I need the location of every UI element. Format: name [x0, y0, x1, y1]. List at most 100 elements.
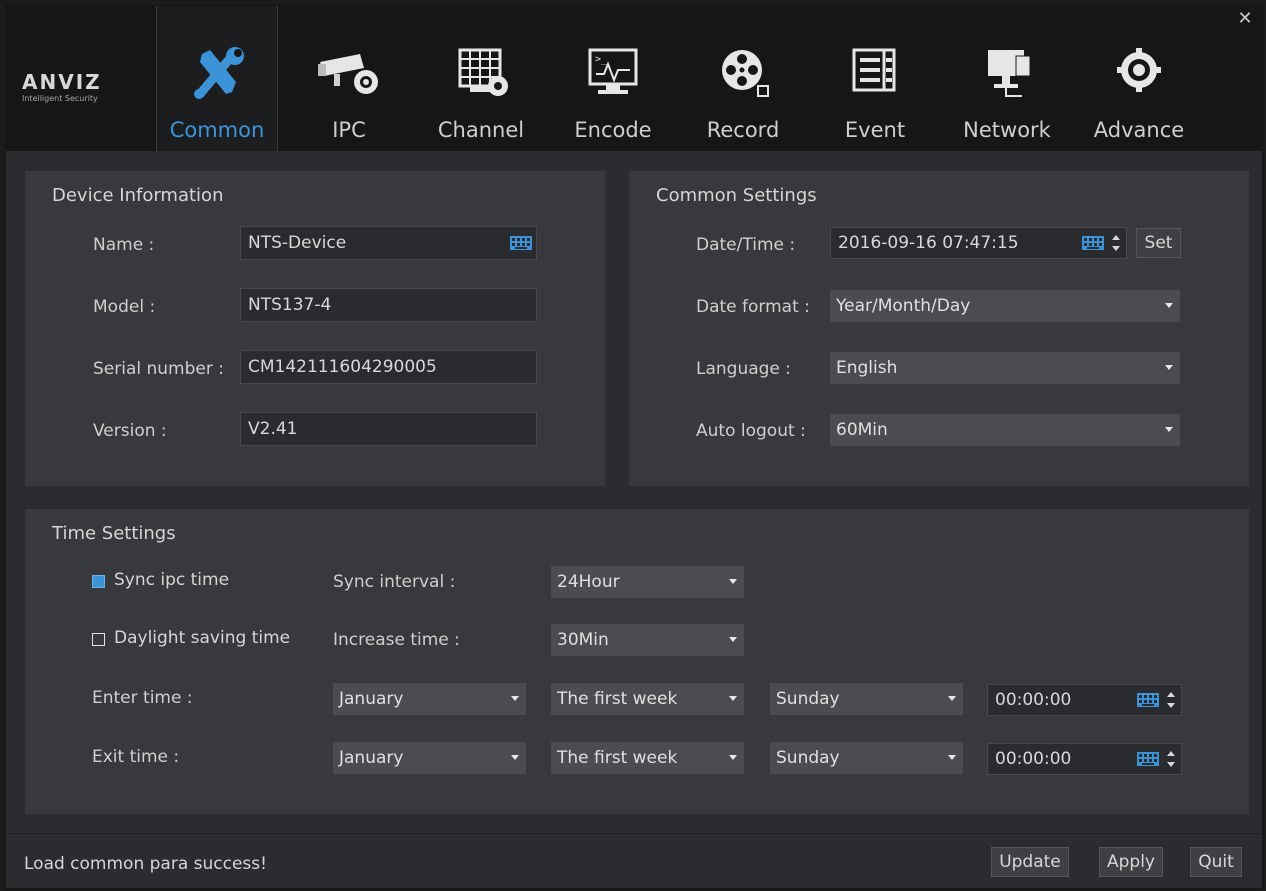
- apply-button[interactable]: Apply: [1099, 847, 1163, 877]
- tab-common-label: Common: [169, 118, 265, 142]
- logo-brand: ANVIZ: [22, 70, 102, 94]
- checkbox-unchecked: [92, 633, 105, 646]
- enter-time-field[interactable]: 00:00:00: [987, 684, 1182, 716]
- exit-week-value: The first week: [557, 748, 678, 768]
- auto-logout-select[interactable]: 60Min: [830, 414, 1180, 446]
- exit-month-select[interactable]: January: [333, 742, 526, 774]
- model-label: Model :: [93, 297, 156, 317]
- version-field: V2.41: [240, 412, 537, 446]
- datetime-value: 2016-09-16 07:47:15: [838, 233, 1019, 253]
- serial-number-label: Serial number :: [93, 359, 224, 379]
- sync-interval-label: Sync interval :: [333, 572, 456, 592]
- chevron-down-icon: [729, 637, 737, 642]
- date-format-value: Year/Month/Day: [836, 296, 971, 316]
- panel-title: Time Settings: [52, 523, 176, 544]
- encode-monitor-icon: >_: [588, 48, 638, 94]
- panel-title: Device Information: [52, 185, 224, 206]
- daylight-saving-checkbox[interactable]: Daylight saving time: [92, 628, 290, 652]
- tab-channel[interactable]: Channel: [420, 6, 542, 151]
- enter-month-value: January: [339, 689, 404, 709]
- date-format-label: Date format :: [696, 297, 810, 317]
- exit-time-value: 00:00:00: [995, 749, 1072, 769]
- language-label: Language :: [696, 359, 792, 379]
- camera-icon: [318, 54, 378, 94]
- exit-time-field[interactable]: 00:00:00: [987, 743, 1182, 775]
- tab-ipc[interactable]: IPC: [288, 6, 410, 151]
- tab-advance-label: Advance: [1093, 118, 1185, 142]
- update-button[interactable]: Update: [991, 847, 1069, 877]
- common-settings-panel: Common Settings Date/Time : 2016-09-16 0…: [629, 171, 1249, 486]
- chevron-down-icon: [511, 696, 519, 701]
- exit-day-value: Sunday: [776, 748, 840, 768]
- sync-ipc-time-label: Sync ipc time: [114, 570, 230, 590]
- close-icon[interactable]: ✕: [1234, 8, 1256, 30]
- anviz-logo: ANVIZ Intelligent Security: [22, 70, 152, 120]
- tab-event[interactable]: Event: [814, 6, 936, 151]
- daylight-saving-label: Daylight saving time: [114, 628, 291, 648]
- enter-day-select[interactable]: Sunday: [770, 683, 963, 715]
- keyboard-icon[interactable]: [510, 236, 532, 250]
- tab-ipc-label: IPC: [332, 118, 366, 142]
- serial-number-value: CM142111604290005: [248, 357, 437, 377]
- datetime-field[interactable]: 2016-09-16 07:47:15: [830, 227, 1127, 259]
- auto-logout-label: Auto logout :: [696, 421, 806, 441]
- panel-title: Common Settings: [656, 185, 817, 206]
- event-list-icon: [852, 48, 896, 92]
- tab-event-label: Event: [844, 118, 906, 142]
- increase-time-select[interactable]: 30Min: [551, 624, 744, 656]
- increase-time-value: 30Min: [557, 630, 609, 650]
- film-reel-icon: [722, 50, 769, 97]
- model-field: NTS137-4: [240, 288, 537, 322]
- enter-time-spinner[interactable]: [1167, 692, 1175, 708]
- network-icon: [988, 50, 1031, 97]
- status-bar: Load common para success! Update Apply Q…: [6, 833, 1262, 888]
- channel-grid-icon: [458, 48, 508, 96]
- tab-network[interactable]: Network: [946, 6, 1068, 151]
- exit-month-value: January: [339, 748, 404, 768]
- checkbox-checked: [92, 575, 105, 588]
- version-value: V2.41: [248, 419, 298, 439]
- keyboard-icon[interactable]: [1082, 236, 1104, 250]
- keyboard-icon[interactable]: [1137, 693, 1159, 707]
- enter-day-value: Sunday: [776, 689, 840, 709]
- auto-logout-value: 60Min: [836, 420, 888, 440]
- tab-record-label: Record: [706, 118, 780, 142]
- device-information-panel: Device Information Name : NTS-Device Mod…: [25, 171, 605, 486]
- svg-text:>_: >_: [595, 54, 608, 65]
- datetime-spinner[interactable]: [1112, 235, 1120, 251]
- tab-common[interactable]: Common: [156, 6, 278, 151]
- tab-encode-label: Encode: [574, 118, 652, 142]
- tab-advance[interactable]: Advance: [1078, 6, 1200, 151]
- chevron-down-icon: [729, 579, 737, 584]
- settings-window: ✕ ANVIZ Intelligent Security Common IPC …: [5, 5, 1263, 889]
- language-select[interactable]: English: [830, 352, 1180, 384]
- enter-week-select[interactable]: The first week: [551, 683, 744, 715]
- exit-week-select[interactable]: The first week: [551, 742, 744, 774]
- exit-day-select[interactable]: Sunday: [770, 742, 963, 774]
- chevron-down-icon: [1165, 427, 1173, 432]
- version-label: Version :: [93, 421, 167, 441]
- chevron-down-icon: [729, 696, 737, 701]
- tab-encode[interactable]: >_ Encode: [552, 6, 674, 151]
- name-label: Name :: [93, 235, 155, 255]
- chevron-down-icon: [948, 696, 956, 701]
- increase-time-label: Increase time :: [333, 630, 460, 650]
- language-value: English: [836, 358, 898, 378]
- keyboard-icon[interactable]: [1137, 752, 1159, 766]
- device-name-value: NTS-Device: [248, 233, 347, 253]
- sync-interval-select[interactable]: 24Hour: [551, 566, 744, 598]
- sync-interval-value: 24Hour: [557, 572, 620, 592]
- tab-record[interactable]: Record: [682, 6, 804, 151]
- chevron-down-icon: [511, 755, 519, 760]
- exit-time-spinner[interactable]: [1167, 751, 1175, 767]
- device-name-field[interactable]: NTS-Device: [240, 226, 537, 260]
- sync-ipc-time-checkbox[interactable]: Sync ipc time: [92, 570, 229, 594]
- serial-number-field: CM142111604290005: [240, 350, 537, 384]
- chevron-down-icon: [948, 755, 956, 760]
- quit-button[interactable]: Quit: [1190, 847, 1242, 877]
- date-format-select[interactable]: Year/Month/Day: [830, 290, 1180, 322]
- status-message: Load common para success!: [24, 854, 267, 874]
- enter-month-select[interactable]: January: [333, 683, 526, 715]
- exit-time-label: Exit time :: [92, 747, 180, 767]
- set-datetime-button[interactable]: Set: [1136, 228, 1181, 258]
